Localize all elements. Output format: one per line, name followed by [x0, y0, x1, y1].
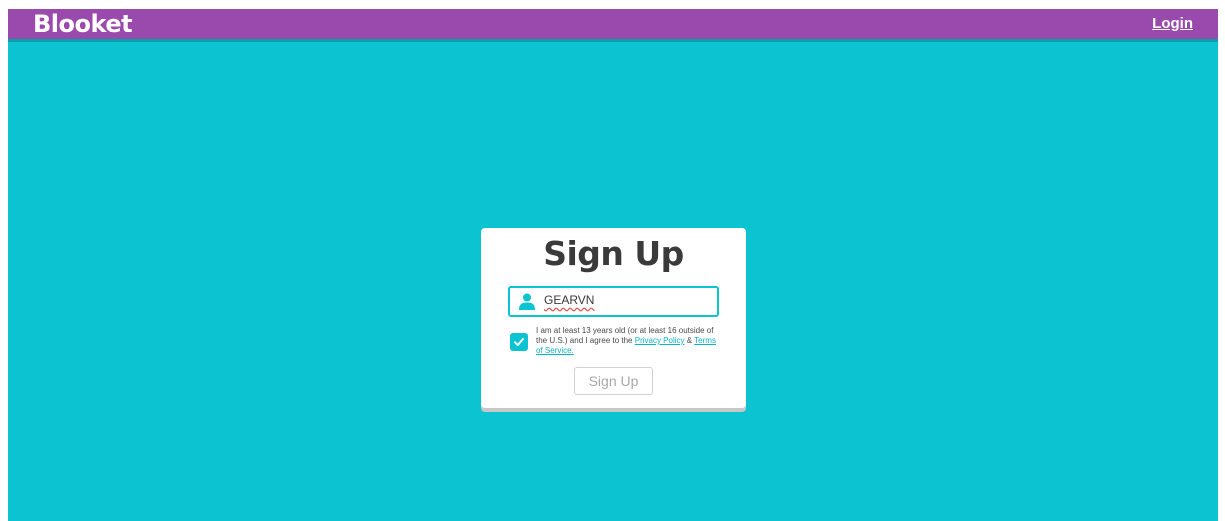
top-bar: Blooket Login: [8, 9, 1218, 39]
check-icon: [514, 338, 524, 346]
signup-button[interactable]: Sign Up: [574, 367, 653, 395]
username-value: GEARVN: [544, 293, 595, 307]
brand-logo[interactable]: Blooket: [33, 10, 133, 38]
signup-card: Sign Up GEARVN I am at least 13 years ol…: [481, 228, 746, 408]
agree-checkbox[interactable]: [510, 333, 528, 351]
agreement-separator: &: [684, 336, 695, 345]
agreement-text: I am at least 13 years old (or at least …: [536, 326, 721, 356]
username-field[interactable]: GEARVN: [508, 286, 719, 317]
page-title: Sign Up: [543, 234, 684, 273]
user-icon: [519, 293, 535, 310]
privacy-policy-link[interactable]: Privacy Policy: [635, 336, 685, 345]
page-background: Blooket Login Sign Up GEARVN I am at lea…: [8, 9, 1218, 521]
login-link[interactable]: Login: [1152, 15, 1193, 32]
